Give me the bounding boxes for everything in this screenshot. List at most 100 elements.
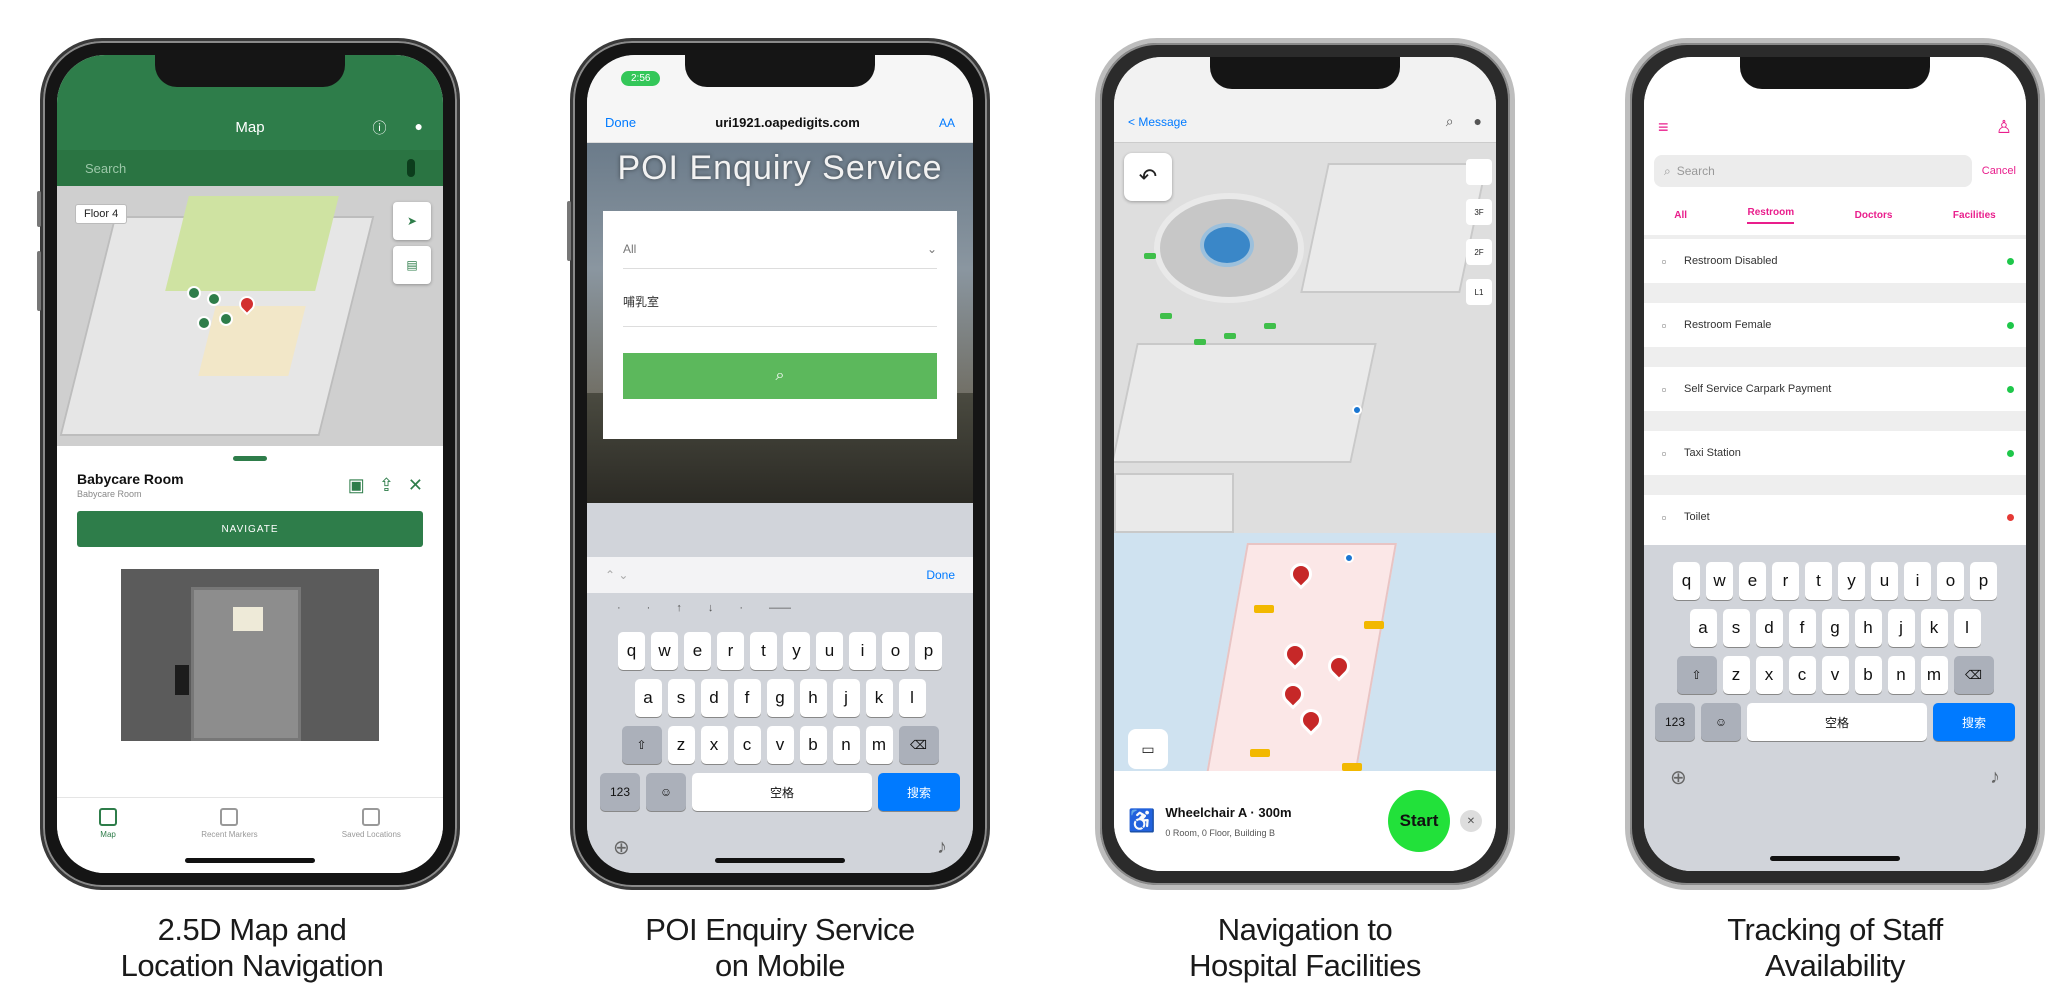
- space-key[interactable]: 空格: [1747, 703, 1927, 741]
- letter-key[interactable]: h: [1854, 609, 1882, 647]
- letter-key[interactable]: u: [816, 632, 843, 670]
- letter-key[interactable]: g: [766, 679, 794, 717]
- letter-key[interactable]: p: [1970, 562, 1997, 600]
- suggestion-item[interactable]: ·: [739, 602, 743, 614]
- tab-saved-locations[interactable]: Saved Locations: [342, 808, 401, 839]
- letter-key[interactable]: p: [915, 632, 942, 670]
- map-view[interactable]: Floor 4 ➤ ▤: [57, 186, 443, 446]
- letter-key[interactable]: c: [1788, 656, 1816, 694]
- letter-key[interactable]: j: [832, 679, 860, 717]
- microphone-icon[interactable]: ♪: [937, 836, 947, 859]
- letter-key[interactable]: e: [684, 632, 711, 670]
- letter-key[interactable]: w: [1706, 562, 1733, 600]
- poi-marker[interactable]: [197, 316, 211, 330]
- letter-key[interactable]: f: [733, 679, 761, 717]
- letter-key[interactable]: z: [1722, 656, 1750, 694]
- search-icon[interactable]: ⌕: [1446, 113, 1454, 130]
- letter-key[interactable]: a: [1689, 609, 1717, 647]
- letter-key[interactable]: m: [1920, 656, 1948, 694]
- letter-key[interactable]: q: [1673, 562, 1700, 600]
- poi-marker[interactable]: [207, 292, 221, 306]
- tab-recent-markers[interactable]: Recent Markers: [201, 808, 258, 839]
- shift-key[interactable]: ⇧: [621, 726, 662, 764]
- return-icon[interactable]: ↶: [1124, 153, 1172, 201]
- camera-icon[interactable]: ▭: [1128, 729, 1168, 769]
- tab-restroom[interactable]: Restroom: [1747, 207, 1795, 224]
- letter-key[interactable]: o: [882, 632, 909, 670]
- search-key[interactable]: 搜索: [1933, 703, 2015, 741]
- letter-key[interactable]: t: [1805, 562, 1832, 600]
- letter-key[interactable]: z: [667, 726, 695, 764]
- suggestion-item[interactable]: ↑: [676, 602, 682, 614]
- floor-button[interactable]: [1466, 159, 1492, 185]
- letter-key[interactable]: j: [1887, 609, 1915, 647]
- list-item[interactable]: ▫ Toilet: [1644, 495, 2026, 539]
- start-button[interactable]: Start: [1388, 790, 1450, 852]
- letter-key[interactable]: o: [1937, 562, 1964, 600]
- search-input[interactable]: Search: [57, 150, 443, 186]
- letter-key[interactable]: v: [1821, 656, 1849, 694]
- locate-icon[interactable]: ➤: [393, 202, 431, 240]
- letter-key[interactable]: k: [1920, 609, 1948, 647]
- back-button[interactable]: < Message: [1128, 115, 1187, 129]
- numbers-key[interactable]: 123: [600, 773, 640, 811]
- tab-map[interactable]: Map: [99, 808, 118, 839]
- poi-marker[interactable]: [219, 312, 233, 326]
- letter-key[interactable]: y: [783, 632, 810, 670]
- letter-key[interactable]: u: [1871, 562, 1898, 600]
- sheet-handle[interactable]: [233, 456, 267, 461]
- share-icon[interactable]: ⇪: [379, 475, 394, 496]
- delete-key[interactable]: ⌫: [898, 726, 939, 764]
- home-indicator[interactable]: [1770, 856, 1900, 861]
- cancel-button[interactable]: Cancel: [1982, 165, 2016, 177]
- letter-key[interactable]: i: [1904, 562, 1931, 600]
- info-icon[interactable]: ⓘ: [373, 118, 387, 138]
- letter-key[interactable]: l: [898, 679, 926, 717]
- close-icon[interactable]: ✕: [1460, 810, 1482, 832]
- letter-key[interactable]: n: [1887, 656, 1915, 694]
- suggestion-item[interactable]: ↓: [708, 602, 714, 614]
- list-item[interactable]: ▫ Restroom Disabled: [1644, 239, 2026, 283]
- letter-key[interactable]: c: [733, 726, 761, 764]
- person-icon[interactable]: ●: [1474, 113, 1482, 130]
- tab-doctors[interactable]: Doctors: [1855, 210, 1893, 221]
- keyboard-done-button[interactable]: Done: [926, 568, 955, 582]
- letter-key[interactable]: i: [849, 632, 876, 670]
- letter-key[interactable]: d: [700, 679, 728, 717]
- letter-key[interactable]: w: [651, 632, 678, 670]
- poi-marker[interactable]: [187, 286, 201, 300]
- letter-key[interactable]: s: [667, 679, 695, 717]
- floor-button[interactable]: L1: [1466, 279, 1492, 305]
- letter-key[interactable]: n: [832, 726, 860, 764]
- letter-key[interactable]: q: [618, 632, 645, 670]
- letter-key[interactable]: m: [865, 726, 893, 764]
- tab-all[interactable]: All: [1674, 210, 1687, 221]
- letter-key[interactable]: e: [1739, 562, 1766, 600]
- letter-key[interactable]: x: [700, 726, 728, 764]
- letter-key[interactable]: t: [750, 632, 777, 670]
- letter-key[interactable]: s: [1722, 609, 1750, 647]
- save-icon[interactable]: ▣: [348, 475, 365, 496]
- letter-key[interactable]: y: [1838, 562, 1865, 600]
- suggestion-item[interactable]: ——: [769, 602, 791, 614]
- suggestion-item[interactable]: ·: [647, 602, 651, 614]
- letter-key[interactable]: r: [717, 632, 744, 670]
- search-key[interactable]: 搜索: [878, 773, 960, 811]
- keyword-input[interactable]: 哺乳室: [623, 277, 937, 327]
- globe-icon[interactable]: ⊕: [613, 835, 630, 860]
- indoor-map-view[interactable]: ↶ 3F 2F L1 ▭: [1114, 143, 1496, 793]
- profile-icon[interactable]: ♙: [1996, 117, 2012, 138]
- letter-key[interactable]: f: [1788, 609, 1816, 647]
- list-item[interactable]: ▫ Restroom Female: [1644, 303, 2026, 347]
- tab-facilities[interactable]: Facilities: [1953, 210, 1996, 221]
- letter-key[interactable]: b: [1854, 656, 1882, 694]
- mic-icon[interactable]: [407, 159, 415, 177]
- category-select[interactable]: All ⌄: [623, 229, 937, 269]
- person-icon[interactable]: ●: [415, 118, 423, 138]
- floor-selector[interactable]: Floor 4: [75, 204, 128, 224]
- home-indicator[interactable]: [185, 858, 315, 863]
- url-field[interactable]: uri1921.oapedigits.com: [715, 115, 860, 130]
- prev-next-icon[interactable]: ⌃ ⌄: [605, 568, 628, 582]
- search-input[interactable]: ⌕ Search: [1654, 155, 1972, 187]
- list-item[interactable]: ▫ Taxi Station: [1644, 431, 2026, 475]
